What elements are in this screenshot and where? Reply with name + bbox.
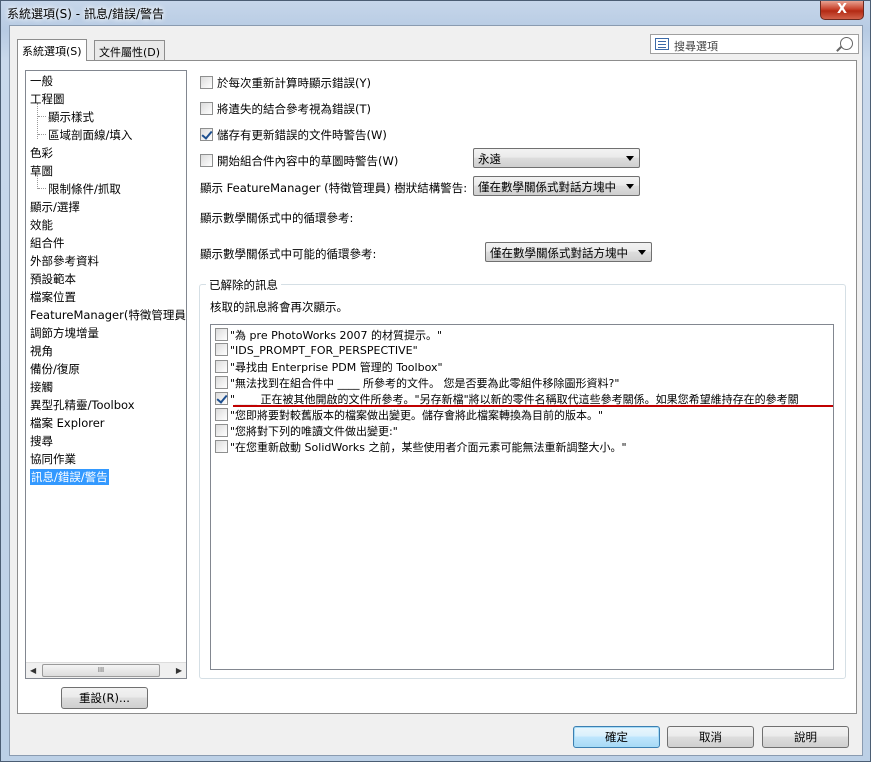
- checkbox[interactable]: [215, 440, 228, 453]
- option-warn-sketch-in-assembly[interactable]: 開始組合件內容中的草圖時警告(W): [200, 153, 398, 169]
- red-annotation-underline: [233, 405, 833, 407]
- tree-item-general[interactable]: 一般: [30, 73, 53, 89]
- dialog-client: 系統選項(S) 文件屬性(D) 搜尋選項 一般 工程圖 顯示樣式 區域剖面線/填…: [9, 25, 863, 756]
- checkbox[interactable]: [200, 102, 213, 115]
- tree-item-touch[interactable]: 接觸: [30, 379, 53, 395]
- tree-item-display-style[interactable]: 顯示樣式: [48, 109, 94, 125]
- cancel-button[interactable]: 取消: [667, 726, 754, 748]
- tree-item-spin-box-increments[interactable]: 調節方塊增量: [30, 325, 99, 341]
- tree-item-drawings[interactable]: 工程圖: [30, 91, 65, 107]
- list-item[interactable]: "尋找由 Enterprise PDM 管理的 Toolbox": [215, 359, 443, 375]
- option-missing-mate-errors[interactable]: 將遺失的結合參考視為錯誤(T): [200, 101, 371, 117]
- search-placeholder: 搜尋選項: [674, 40, 718, 53]
- tree-item-view[interactable]: 視角: [30, 343, 53, 359]
- combo-value: 永遠: [478, 152, 501, 166]
- tree-item-file-locations[interactable]: 檔案位置: [30, 289, 76, 305]
- checkbox[interactable]: [200, 154, 213, 167]
- possible-circular-references-combo[interactable]: 僅在數學關係式對話方塊中: [485, 242, 652, 262]
- tree-item-collaboration[interactable]: 協同作業: [30, 451, 76, 467]
- tree-item-featuremanager[interactable]: FeatureManager(特徵管理員: [30, 307, 186, 323]
- option-label: 開始組合件內容中的草圖時警告(W): [217, 154, 399, 168]
- tree-item-search[interactable]: 搜尋: [30, 433, 53, 449]
- scroll-left-arrow-icon[interactable]: ◀: [30, 666, 36, 675]
- search-options-icon: [655, 38, 669, 50]
- list-item[interactable]: "您即將要對較舊版本的檔案做出變更。儲存會將此檔案轉換為目前的版本。": [215, 407, 603, 423]
- message-text: "IDS_PROMPT_FOR_PERSPECTIVE": [230, 344, 418, 357]
- message-text: "您即將要對較舊版本的檔案做出變更。儲存會將此檔案轉換為目前的版本。": [230, 409, 604, 422]
- checkbox[interactable]: [200, 76, 213, 89]
- checkbox-checked[interactable]: [200, 128, 213, 141]
- message-text: "無法找到在組合件中 ____ 所參考的文件。 您是否要為此零組件移除圖形資料?…: [230, 377, 620, 390]
- search-options[interactable]: 搜尋選項: [650, 34, 859, 54]
- chevron-down-icon: [638, 250, 646, 255]
- tab-system-options[interactable]: 系統選項(S): [17, 39, 87, 61]
- options-tree: 一般 工程圖 顯示樣式 區域剖面線/填入 色彩 草圖 限制條件/抓取 顯示/選擇…: [25, 70, 187, 679]
- tree-item-area-hatch[interactable]: 區域剖面線/填入: [48, 127, 132, 143]
- list-item[interactable]: "無法找到在組合件中 ____ 所參考的文件。 您是否要為此零組件移除圖形資料?…: [215, 375, 619, 391]
- chevron-down-icon: [626, 156, 634, 161]
- search-icon[interactable]: [840, 37, 853, 50]
- tree-connector: [38, 188, 46, 189]
- option-show-errors-rebuild[interactable]: 於每次重新計算時顯示錯誤(Y): [200, 75, 371, 91]
- checkbox[interactable]: [215, 376, 228, 389]
- featuremanager-warning-label: 顯示 FeatureManager (特徵管理員) 樹狀結構警告:: [200, 181, 468, 195]
- tree-item-sketch[interactable]: 草圖: [30, 163, 53, 179]
- window-title: 系統選項(S) - 訊息/錯誤/警告: [7, 7, 165, 21]
- message-text: "您將對下列的唯讀文件做出變更:": [230, 425, 398, 438]
- option-label: 將遺失的結合參考視為錯誤(T): [217, 102, 371, 116]
- tree-item-hole-wizard-toolbox[interactable]: 異型孔精靈/Toolbox: [30, 397, 135, 413]
- help-button[interactable]: 說明: [762, 726, 849, 748]
- tree-item-messages-errors-warnings[interactable]: 訊息/錯誤/警告: [30, 469, 109, 485]
- message-text: "尋找由 Enterprise PDM 管理的 Toolbox": [230, 361, 443, 374]
- option-label: 於每次重新計算時顯示錯誤(Y): [217, 76, 371, 90]
- checkbox-checked[interactable]: [215, 392, 228, 405]
- checkbox[interactable]: [215, 408, 228, 421]
- title-bar[interactable]: 系統選項(S) - 訊息/錯誤/警告 X: [1, 1, 870, 25]
- tree-item-backup-recover[interactable]: 備份/復原: [30, 361, 80, 377]
- list-item[interactable]: "您將對下列的唯讀文件做出變更:": [215, 423, 398, 439]
- possible-circular-references-label: 顯示數學關係式中可能的循環參考:: [200, 247, 377, 261]
- dismissed-messages-list: "為 pre PhotoWorks 2007 的材質提示。" "IDS_PROM…: [210, 324, 834, 670]
- checkbox[interactable]: [215, 328, 228, 341]
- tab-document-properties[interactable]: 文件屬性(D): [94, 40, 166, 61]
- list-item[interactable]: "IDS_PROMPT_FOR_PERSPECTIVE": [215, 343, 418, 359]
- options-dialog: 系統選項(S) - 訊息/錯誤/警告 X 系統選項(S) 文件屬性(D) 搜尋選…: [0, 0, 871, 762]
- ok-button[interactable]: 確定: [573, 726, 660, 748]
- tree-item-performance[interactable]: 效能: [30, 217, 53, 233]
- tree-item-file-explorer[interactable]: 檔案 Explorer: [30, 415, 105, 431]
- reset-button[interactable]: 重設(R)...: [61, 687, 148, 709]
- dismissed-messages-group: 已解除的訊息 核取的訊息將會再次顯示。 "為 pre PhotoWorks 20…: [199, 277, 846, 679]
- checkbox[interactable]: [215, 424, 228, 437]
- sketch-warning-combo[interactable]: 永遠: [473, 148, 640, 168]
- tree-item-external-references[interactable]: 外部參考資料: [30, 253, 99, 269]
- list-item[interactable]: "為 pre PhotoWorks 2007 的材質提示。": [215, 327, 442, 343]
- tree-connector: [38, 116, 46, 117]
- group-title: 已解除的訊息: [206, 277, 281, 293]
- tree-item-display-selection[interactable]: 顯示/選擇: [30, 199, 80, 215]
- combo-value: 僅在數學關係式對話方塊中: [478, 180, 616, 194]
- tree-item-default-templates[interactable]: 預設範本: [30, 271, 76, 287]
- message-text: "在您重新啟動 SolidWorks 之前，某些使用者介面元素可能無法重新調整大…: [230, 441, 627, 454]
- scroll-right-arrow-icon[interactable]: ▶: [176, 666, 182, 675]
- list-item[interactable]: "在您重新啟動 SolidWorks 之前，某些使用者介面元素可能無法重新調整大…: [215, 439, 627, 455]
- close-button[interactable]: X: [820, 1, 864, 20]
- chevron-down-icon: [626, 184, 634, 189]
- tab-panel: 一般 工程圖 顯示樣式 區域剖面線/填入 色彩 草圖 限制條件/抓取 顯示/選擇…: [17, 60, 857, 714]
- checkbox[interactable]: [215, 360, 228, 373]
- scroll-thumb[interactable]: III: [42, 664, 160, 677]
- group-description: 核取的訊息將會再次顯示。: [210, 300, 348, 314]
- tree-item-assemblies[interactable]: 組合件: [30, 235, 65, 251]
- tree-connector: [38, 134, 46, 135]
- tree-item-colors[interactable]: 色彩: [30, 145, 53, 161]
- circular-references-label: 顯示數學關係式中的循環參考:: [200, 211, 354, 225]
- checkbox[interactable]: [215, 343, 228, 356]
- featuremanager-warning-combo[interactable]: 僅在數學關係式對話方塊中: [473, 176, 640, 196]
- option-warn-save-rebuild-errors[interactable]: 儲存有更新錯誤的文件時警告(W): [200, 127, 387, 143]
- message-text: "為 pre PhotoWorks 2007 的材質提示。": [230, 329, 443, 342]
- tree-horizontal-scrollbar[interactable]: ◀ III ▶: [26, 662, 186, 678]
- tree-item-relations-snaps[interactable]: 限制條件/抓取: [48, 181, 121, 197]
- option-label: 儲存有更新錯誤的文件時警告(W): [217, 128, 387, 142]
- combo-value: 僅在數學關係式對話方塊中: [490, 246, 628, 260]
